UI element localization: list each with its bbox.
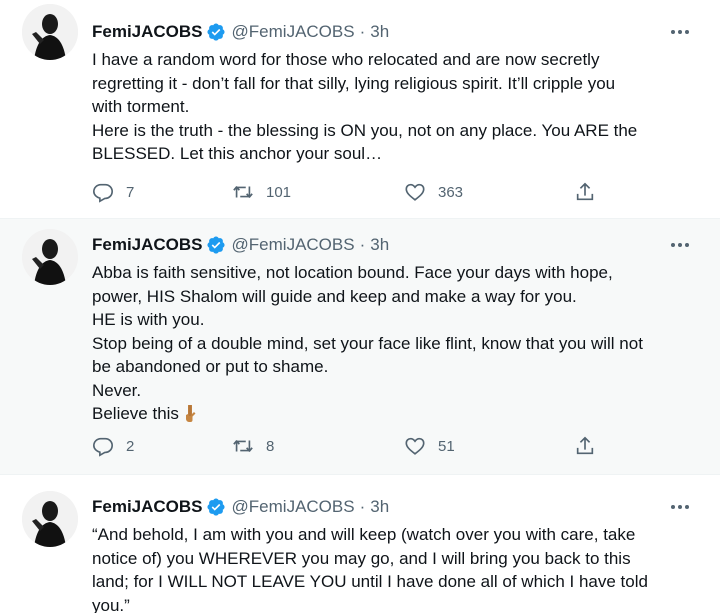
tweet-text-line: Abba is faith sensitive, not location bo… bbox=[92, 263, 613, 282]
avatar[interactable] bbox=[22, 229, 78, 285]
reply-count: 7 bbox=[126, 183, 135, 201]
reply-icon bbox=[92, 181, 114, 203]
more-options-icon[interactable] bbox=[668, 235, 692, 255]
tweet-actions: 2 8 51 bbox=[92, 434, 612, 458]
separator-dot: · bbox=[359, 235, 366, 254]
author-handle[interactable]: @FemiJACOBS bbox=[232, 22, 355, 42]
timestamp[interactable]: 3h bbox=[370, 235, 389, 255]
verified-badge-icon bbox=[206, 235, 226, 255]
author-name[interactable]: FemiJACOBS bbox=[92, 235, 203, 255]
heart-icon bbox=[404, 181, 426, 203]
verified-badge-icon bbox=[206, 22, 226, 42]
tweet-text: “And behold, I am with you and will keep… bbox=[92, 523, 692, 613]
verified-badge-icon bbox=[206, 497, 226, 517]
author-name[interactable]: FemiJACOBS bbox=[92, 497, 203, 517]
tweet-text-line: Believe this bbox=[92, 402, 692, 426]
author-handle[interactable]: @FemiJACOBS bbox=[232, 497, 355, 517]
retweet-count: 101 bbox=[266, 183, 292, 201]
reply-icon bbox=[92, 435, 114, 457]
tweet-text-line: be abandoned or put to shame. bbox=[92, 357, 329, 376]
like-count: 51 bbox=[438, 437, 455, 455]
tweet-text-line: “And behold, I am with you and will keep… bbox=[92, 525, 636, 544]
share-icon bbox=[574, 435, 596, 457]
reply-count: 2 bbox=[126, 437, 135, 455]
tweet-text-line: notice of) you WHEREVER you may go, and … bbox=[92, 548, 631, 568]
tweet-text-line: regretting it - don’t fall for that sill… bbox=[92, 73, 616, 93]
share-button[interactable] bbox=[574, 434, 596, 458]
reply-button[interactable]: 2 bbox=[92, 434, 134, 458]
tweet-text-line: HE is with you. bbox=[92, 310, 205, 329]
tweet-text-fragment: Believe this bbox=[92, 404, 179, 423]
share-icon bbox=[574, 181, 596, 203]
tweet-feed: FemiJACOBS @FemiJACOBS · 3h I have a ran… bbox=[0, 0, 720, 613]
share-button[interactable] bbox=[574, 180, 596, 204]
tweet-text-line: power, HIS Shalom will guide and keep an… bbox=[92, 286, 577, 306]
tweet-text-line: Never. bbox=[92, 380, 142, 400]
timestamp[interactable]: 3h bbox=[370, 497, 389, 517]
like-button[interactable]: 363 bbox=[404, 180, 463, 204]
tweet-text-line: land; for I WILL NOT LEAVE YOU until I h… bbox=[92, 572, 648, 591]
tweet-text-line: Stop being of a double mind, set your fa… bbox=[92, 333, 643, 353]
tweet-text-line: Here is the truth - the blessing is ON y… bbox=[92, 120, 638, 140]
retweet-count: 8 bbox=[266, 437, 275, 455]
tweet-header: FemiJACOBS @FemiJACOBS · 3h bbox=[92, 495, 389, 519]
tweet-text-line: with torment. bbox=[92, 97, 190, 116]
timestamp[interactable]: 3h bbox=[370, 22, 389, 42]
more-options-icon[interactable] bbox=[668, 22, 692, 42]
tweet-text-line: I have a random word for those who reloc… bbox=[92, 50, 600, 69]
like-count: 363 bbox=[438, 183, 464, 201]
separator-dot: · bbox=[359, 497, 366, 516]
tweet-text: Abba is faith sensitive, not location bo… bbox=[92, 261, 692, 426]
retweet-button[interactable]: 101 bbox=[232, 180, 291, 204]
author-name[interactable]: FemiJACOBS bbox=[92, 22, 203, 42]
retweet-button[interactable]: 8 bbox=[232, 434, 274, 458]
reply-button[interactable]: 7 bbox=[92, 180, 134, 204]
retweet-icon bbox=[232, 181, 254, 203]
tweet[interactable]: FemiJACOBS @FemiJACOBS · 3h Abba is fait… bbox=[0, 219, 720, 475]
tweet-text: I have a random word for those who reloc… bbox=[92, 48, 692, 166]
heart-icon bbox=[404, 435, 426, 457]
separator-dot: · bbox=[359, 22, 366, 41]
author-handle[interactable]: @FemiJACOBS bbox=[232, 235, 355, 255]
more-options-icon[interactable] bbox=[668, 497, 692, 517]
tweet-text-line: BLESSED. Let this anchor your soul… bbox=[92, 144, 383, 163]
like-button[interactable]: 51 bbox=[404, 434, 455, 458]
pointing-down-emoji-icon bbox=[180, 403, 200, 423]
tweet-header: FemiJACOBS @FemiJACOBS · 3h bbox=[92, 233, 389, 257]
avatar[interactable] bbox=[22, 491, 78, 547]
tweet-header: FemiJACOBS @FemiJACOBS · 3h bbox=[92, 20, 389, 44]
tweet[interactable]: FemiJACOBS @FemiJACOBS · 3h I have a ran… bbox=[0, 0, 720, 219]
tweet-text-line: you.” bbox=[92, 595, 130, 613]
avatar[interactable] bbox=[22, 4, 78, 60]
retweet-icon bbox=[232, 435, 254, 457]
tweet-actions: 7 101 363 bbox=[92, 180, 612, 204]
tweet[interactable]: FemiJACOBS @FemiJACOBS · 3h “And behold,… bbox=[0, 475, 720, 613]
